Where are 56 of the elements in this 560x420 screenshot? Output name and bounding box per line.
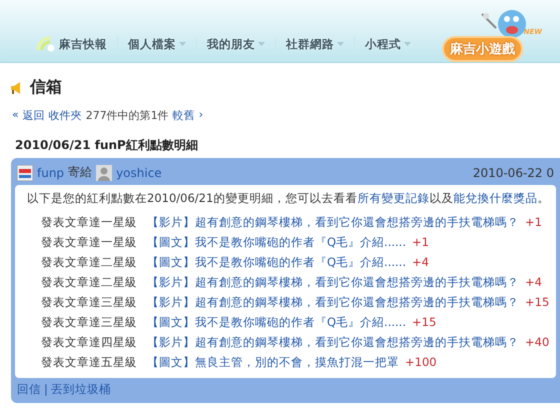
nav-menu-item[interactable]: 我的朋友	[197, 36, 276, 52]
feed-icon	[36, 36, 56, 52]
star-level-label: 發表文章達三星級	[41, 294, 138, 310]
avatar-icon	[96, 164, 112, 180]
article-link[interactable]: 超有創意的鋼琴樓梯，看到它你還會想搭旁邊的手扶電梯嗎？	[195, 214, 519, 230]
category-tag[interactable]: 【影片】	[147, 274, 195, 290]
star-level-label: 發表文章達一星級	[41, 214, 138, 230]
message-date: 2010-06-22 0	[472, 166, 554, 180]
points-value: +15	[524, 295, 550, 309]
separator-text: |	[44, 382, 48, 397]
category-tag[interactable]: 【圖文】	[147, 254, 195, 270]
points-value: +100	[404, 355, 438, 369]
article-link[interactable]: 我不是教你嘴砲的作者『Q毛』介紹......	[195, 234, 406, 250]
page-title: 信箱	[30, 77, 62, 98]
points-value: +1	[411, 235, 430, 249]
back-link[interactable]: 返回	[22, 108, 45, 123]
article-link[interactable]: 無良主管，別的不會，摸魚打混一把罩	[195, 354, 399, 370]
category-tag[interactable]: 【影片】	[147, 214, 195, 230]
message-position: 277件中的第1件	[86, 108, 169, 123]
article-link[interactable]: 我不是教你嘴砲的作者『Q毛』介紹......	[195, 254, 406, 270]
category-tag[interactable]: 【圖文】	[147, 234, 195, 250]
article-link[interactable]: 超有創意的鋼琴樓梯，看到它你還會想搭旁邊的手扶電梯嗎？	[195, 274, 519, 290]
nav-menu-item[interactable]: 麻吉快報	[26, 36, 118, 52]
article-link[interactable]: 超有創意的鋼琴樓梯，看到它你還會想搭旁邊的手扶電梯嗎？	[195, 294, 519, 310]
article-link[interactable]: 超有創意的鋼琴樓梯，看到它你還會想搭旁邊的手扶電梯嗎？	[195, 334, 519, 350]
points-value: +1	[524, 215, 543, 229]
next-arrow: ›	[198, 108, 204, 123]
category-tag[interactable]: 【影片】	[147, 294, 195, 310]
star-level-label: 發表文章達二星級	[41, 254, 138, 270]
points-value: +4	[524, 275, 543, 289]
category-tag[interactable]: 【圖文】	[147, 354, 195, 370]
points-value: +15	[411, 315, 438, 329]
sent-to-label: 寄給	[68, 164, 92, 181]
points-value: +40	[524, 335, 550, 349]
category-tag[interactable]: 【影片】	[147, 334, 195, 350]
sender-logo-icon	[17, 164, 33, 180]
star-level-label: 發表文章達三星級	[41, 314, 138, 330]
inbox-link[interactable]: 收件夾	[48, 108, 82, 123]
category-tag[interactable]: 【圖文】	[147, 314, 195, 330]
nav-menu-item[interactable]: 小程式	[355, 36, 421, 52]
nav-menu-item[interactable]: 社群網路	[276, 36, 355, 52]
rewards-link[interactable]: 能兌換什麼獎品	[453, 191, 538, 205]
megaphone-icon	[10, 80, 22, 94]
back-arrow: «	[12, 108, 19, 123]
change-log-link[interactable]: 所有變更記錄	[357, 191, 430, 205]
message-subject: 2010/06/21 funP紅利點數明細	[15, 137, 199, 154]
star-level-label: 發表文章達一星級	[41, 234, 138, 250]
logo-text: 麻吉小遊戲	[442, 36, 523, 62]
star-level-label: 發表文章達二星級	[41, 274, 138, 290]
points-value: +4	[411, 255, 430, 269]
article-link[interactable]: 我不是教你嘴砲的作者『Q毛』介紹......	[195, 314, 406, 330]
nav-menu-item[interactable]: 個人檔案	[118, 36, 197, 52]
intro-text: 以下是您的紅利點數在2010/06/21的變更明細，您可以去看看所有變更記錄以及能兌換什麼獎品。	[27, 191, 548, 206]
star-level-label: 發表文章達四星級	[41, 334, 138, 350]
star-level-label: 發表文章達五星級	[41, 354, 138, 370]
older-link[interactable]: 較舊	[172, 108, 195, 123]
